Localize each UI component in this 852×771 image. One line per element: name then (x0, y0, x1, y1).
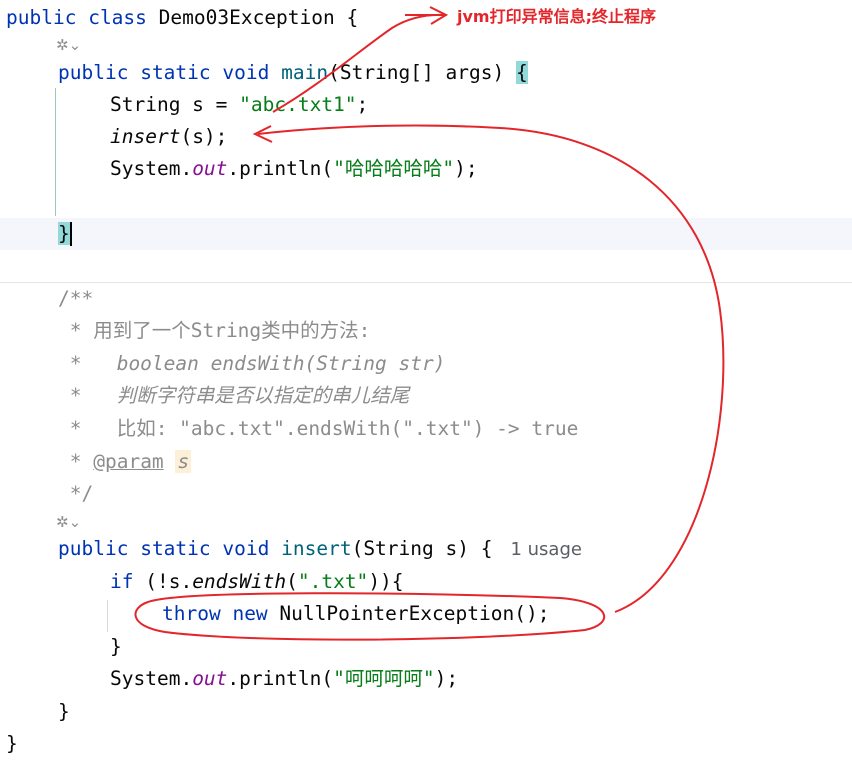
matched-brace-open: { (515, 61, 528, 84)
string-literal: "哈哈哈哈哈" (333, 157, 455, 180)
keyword-throw: throw (162, 602, 221, 625)
javadoc-param-name: s (175, 450, 192, 473)
current-line-highlight (0, 218, 852, 250)
code-text: } (6, 732, 18, 755)
keyword-if: if (110, 570, 134, 593)
keyword-static: static (140, 61, 211, 84)
code-line-insert-declaration[interactable]: public static void insert(String s) {1 u… (58, 533, 582, 565)
field-out: out (192, 157, 228, 180)
code-text: System. (110, 157, 193, 180)
method-params: (String s) { (351, 537, 493, 560)
usage-hint-link[interactable]: 1 usage (492, 539, 582, 560)
method-name-insert: insert (281, 537, 352, 560)
annotation-arrowhead (252, 125, 273, 143)
code-line-println[interactable]: System.out.println("呵呵呵呵"); (110, 663, 458, 695)
string-literal: "呵呵呵呵" (333, 667, 435, 690)
code-line-class-declaration[interactable]: public class Demo03Exception { (6, 2, 358, 34)
javadoc-line: * boolean endsWith(String str) (58, 352, 446, 375)
code-text: String s = (110, 93, 240, 116)
code-text: } (110, 635, 122, 658)
keyword-public: public (6, 6, 77, 29)
code-text: * (58, 450, 94, 473)
keyword-static: static (140, 537, 211, 560)
string-literal: "abc.txt1" (239, 93, 357, 116)
keyword-public: public (58, 537, 129, 560)
indent-guide (107, 600, 108, 632)
javadoc-line: * 判断字符串是否以指定的串儿结尾 (58, 384, 410, 407)
annotation-label: jvm打印异常信息;终止程序 (457, 7, 656, 26)
code-line-if[interactable]: if (!s.endsWith(".txt")){ (110, 566, 404, 598)
code-text: .println( (227, 157, 334, 180)
code-line-if-close[interactable]: } (110, 631, 122, 663)
text-caret (70, 222, 72, 246)
code-text: ); (454, 157, 478, 180)
code-line-println[interactable]: System.out.println("哈哈哈哈哈"); (110, 153, 478, 185)
code-text: } (58, 700, 70, 723)
code-text: System. (110, 667, 193, 690)
code-text: (!s. (133, 570, 193, 593)
method-call-insert: insert (110, 125, 181, 148)
javadoc-param-line: * @param s (58, 446, 192, 478)
code-line-insert-close[interactable]: } (58, 696, 70, 728)
code-line-main-declaration[interactable]: public static void main(String[] args) { (58, 57, 528, 89)
javadoc-line: * 比如: "abc.txt".endsWith(".txt") -> true (58, 417, 579, 440)
code-line-class-close[interactable]: } (6, 728, 18, 760)
annotation-arrowhead (429, 6, 449, 25)
method-name-main: main (281, 61, 329, 84)
matched-brace-close: } (58, 222, 70, 245)
keyword-public: public (58, 61, 129, 84)
code-text: ); (434, 667, 459, 690)
indent-guide (55, 88, 56, 216)
field-out: out (192, 667, 228, 690)
code-line-string-decl[interactable]: String s = "abc.txt1"; (110, 89, 368, 121)
keyword-new: new (232, 602, 268, 625)
code-line-main-close[interactable]: } (58, 218, 70, 250)
code-text: .println( (227, 667, 334, 690)
javadoc-tag: @param (93, 450, 164, 473)
keyword-void: void (222, 537, 270, 560)
javadoc-open: /** (58, 287, 94, 310)
method-params: (String[] args) (328, 61, 505, 84)
class-name: Demo03Exception { (158, 6, 359, 29)
code-line-insert-call[interactable]: insert(s); (110, 121, 227, 153)
code-text: (s); (180, 125, 228, 148)
keyword-void: void (222, 61, 270, 84)
code-editor[interactable]: public class Demo03Exception { ✲⌄ public… (0, 0, 852, 771)
ai-assistant-icon[interactable]: ✲⌄ (56, 511, 81, 533)
javadoc-line: * 用到了一个String类中的方法: (58, 319, 371, 342)
code-text: ( (286, 570, 298, 593)
code-line-throw[interactable]: throw new NullPointerException(); (162, 598, 549, 630)
keyword-class: class (88, 6, 147, 29)
code-text: ; (356, 93, 369, 116)
method-call-endswith: endsWith (192, 570, 287, 593)
javadoc-close: */ (58, 482, 94, 505)
ai-assistant-icon[interactable]: ✲⌄ (56, 34, 81, 56)
method-separator (0, 282, 852, 283)
exception-constructor: NullPointerException(); (267, 602, 550, 625)
code-text: )){ (368, 570, 404, 593)
string-literal: ".txt" (297, 570, 369, 593)
